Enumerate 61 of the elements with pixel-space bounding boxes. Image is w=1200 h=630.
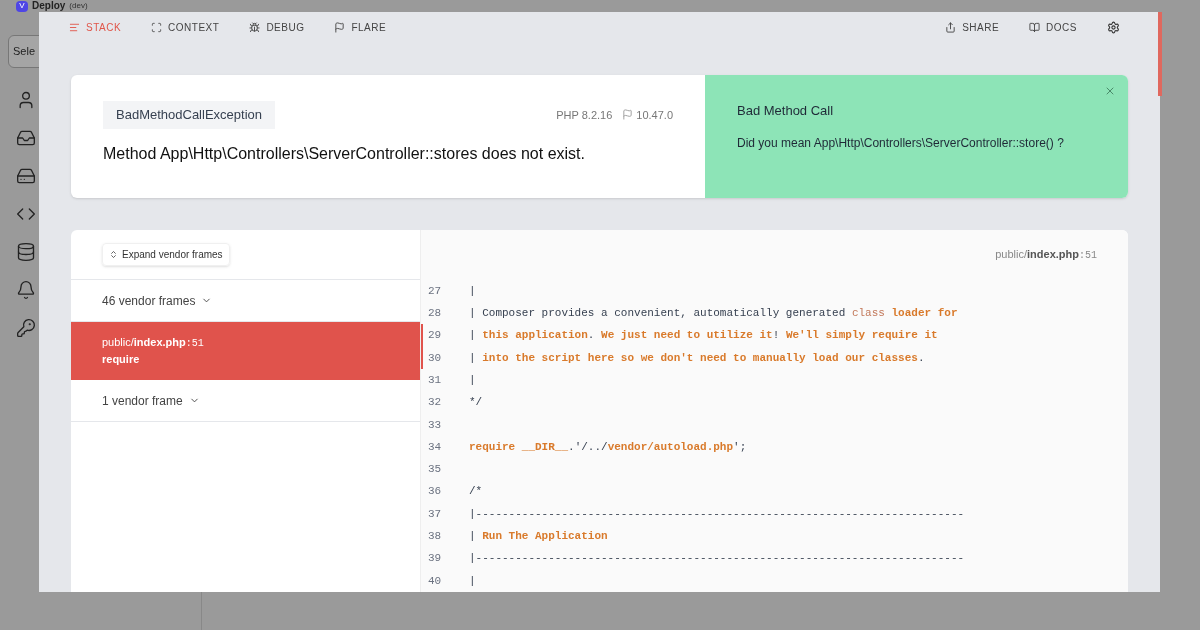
line-number: 39 [427, 551, 443, 567]
code-line: |-------------------------------------------------------------------------- [469, 551, 965, 567]
logo: V [16, 0, 28, 12]
vendor-frames-toggle[interactable]: 1 vendor frame [71, 380, 420, 422]
bell-icon[interactable] [16, 280, 36, 300]
code-line: | this application. We just need to utilize it! We'll simply require it [469, 328, 938, 344]
line-number: 37 [427, 506, 443, 522]
line-number: 30 [421, 346, 469, 370]
solution-title: Bad Method Call [737, 102, 835, 120]
app-title: Deploy [32, 1, 66, 11]
code-line: | [469, 573, 476, 589]
framework-icon [622, 109, 634, 121]
line-number: 32 [427, 395, 443, 411]
code-line: require __DIR__.'/../vendor/autoload.php'; [469, 439, 747, 455]
frame-method: require [102, 352, 141, 368]
line-number: 31 [427, 372, 443, 388]
bug-icon [249, 21, 261, 33]
error-message: Method App\Http\Controllers\ServerController::stores does not exist. [103, 143, 586, 164]
frame-file: public/index.php:51 [102, 335, 205, 352]
line-number: 36 [427, 484, 443, 500]
php-version: PHP 8.2.16 [556, 107, 613, 123]
nav-tab[interactable]: DEBUG [249, 19, 305, 35]
share-icon [945, 21, 957, 33]
line-number: 40 [427, 573, 443, 589]
code-line: | Composer provides a convenient, automatically generated class loader for [469, 306, 958, 322]
code-line: /* [469, 484, 483, 500]
code-line: | [469, 372, 476, 388]
line-number: 27 [427, 283, 443, 299]
expand-vendor-frames-button[interactable]: Expand vendor frames [102, 243, 230, 266]
line-number: 29 [421, 324, 469, 347]
close-icon[interactable] [1104, 85, 1116, 97]
line-number: 38 [427, 529, 443, 544]
database-icon[interactable] [16, 242, 36, 262]
exception-badge: BadMethodCallException [103, 101, 275, 129]
toolbar-button[interactable]: SHARE [945, 19, 1000, 35]
file-path: public/index.php:51 [995, 247, 1097, 264]
toolbar-button[interactable]: DOCS [1029, 19, 1077, 35]
code-line: | [469, 283, 476, 299]
key-icon[interactable] [16, 318, 36, 338]
line-number: 35 [427, 462, 443, 478]
flag-icon [334, 21, 346, 33]
expand-icon [109, 250, 118, 259]
nav-tab[interactable]: FLARE [334, 19, 387, 35]
list-icon [69, 21, 80, 33]
framework-version: 10.47.0 [636, 107, 673, 123]
stack-frame[interactable]: public/index.php:51 require [71, 322, 420, 380]
server-icon[interactable] [16, 166, 36, 186]
line-number: 33 [427, 417, 443, 433]
settings-icon[interactable] [1107, 20, 1120, 34]
nav-tab[interactable]: CONTEXT [151, 19, 220, 35]
inbox-icon[interactable] [16, 128, 36, 148]
code-line: |-------------------------------------------------------------------------- [469, 506, 965, 522]
book-icon [1029, 21, 1041, 33]
frame-icon [151, 21, 163, 33]
line-number: 28 [427, 306, 443, 322]
line-number: 34 [427, 439, 443, 455]
code-line: | Run The Application [469, 529, 608, 544]
environment-label: (dev) [69, 2, 88, 10]
code-line: */ [469, 395, 483, 411]
solution-text: Did you mean App\Http\Controllers\ServerController::store() ? [737, 134, 1065, 152]
code-line: | into the script here so we don't need to manually load our classes. [469, 350, 925, 366]
